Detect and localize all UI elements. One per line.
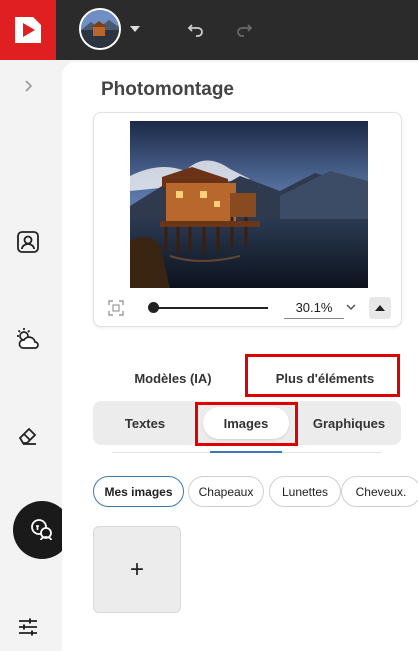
category-chips: Mes images Chapeaux Lunettes Cheveux. bbox=[93, 476, 418, 508]
account-caret-icon[interactable] bbox=[130, 26, 140, 32]
preview-photo[interactable] bbox=[130, 121, 368, 288]
user-avatar[interactable] bbox=[79, 8, 121, 50]
zoom-value-select[interactable]: 30.1% bbox=[284, 297, 344, 319]
redo-icon[interactable] bbox=[234, 19, 254, 39]
app-logo-icon[interactable] bbox=[0, 0, 56, 60]
expand-sidebar-chevron-icon[interactable] bbox=[8, 66, 48, 106]
image-preview-card: 30.1% bbox=[93, 112, 402, 327]
chip-cheveux[interactable]: Cheveux. bbox=[341, 476, 418, 507]
sliders-icon[interactable] bbox=[8, 607, 48, 647]
weather-icon[interactable] bbox=[8, 320, 48, 360]
chevron-down-icon[interactable] bbox=[344, 300, 358, 314]
fit-to-screen-icon[interactable] bbox=[108, 300, 124, 316]
subtab-textes[interactable]: Textes bbox=[93, 401, 197, 445]
chip-chapeaux[interactable]: Chapeaux bbox=[188, 476, 264, 507]
subtab-graphiques[interactable]: Graphiques bbox=[297, 401, 401, 445]
photomontage-panel: Photomontage 30.1% Modèles (IA) Plus d'é… bbox=[62, 62, 418, 651]
tab-plus-d-elements[interactable]: Plus d'éléments bbox=[249, 361, 401, 395]
add-image-button[interactable]: + bbox=[93, 526, 181, 613]
top-toolbar bbox=[0, 0, 418, 60]
zoom-slider-thumb[interactable] bbox=[148, 302, 159, 313]
main-tabs: Modèles (IA) Plus d'éléments bbox=[93, 361, 402, 395]
collapse-preview-button[interactable] bbox=[369, 297, 391, 319]
left-sidebar bbox=[0, 60, 71, 651]
portrait-icon[interactable] bbox=[8, 222, 48, 262]
panel-title: Photomontage bbox=[101, 79, 234, 100]
tab-modeles-ia[interactable]: Modèles (IA) bbox=[93, 361, 253, 395]
chip-lunettes[interactable]: Lunettes bbox=[269, 476, 341, 507]
zoom-controls: 30.1% bbox=[94, 293, 403, 323]
sub-tabs: Textes Images Graphiques bbox=[93, 401, 401, 445]
undo-icon[interactable] bbox=[186, 19, 206, 39]
chip-mes-images[interactable]: Mes images bbox=[93, 476, 184, 507]
eraser-icon[interactable] bbox=[8, 415, 48, 455]
active-subtab-indicator bbox=[210, 451, 282, 453]
zoom-slider-track[interactable] bbox=[152, 307, 268, 309]
subtab-images[interactable]: Images bbox=[203, 407, 289, 439]
